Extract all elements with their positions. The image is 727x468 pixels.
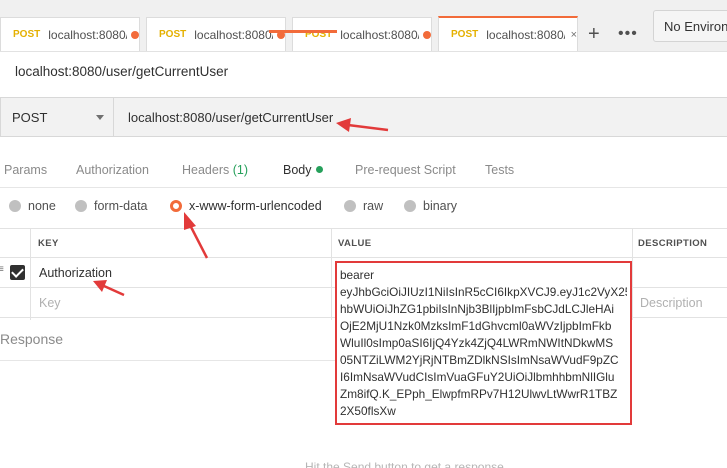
tab-more-options-icon[interactable]: ••• [618,24,638,44]
value-line: eyJhbGciOiJIUzI1NiIsInR5cCI6IkpXVCJ9.eyJ… [340,285,627,299]
column-header-description: DESCRIPTION [638,238,708,249]
subtabs-divider [0,187,727,188]
tab-body-label: Body [283,163,312,177]
value-line: hbWUiOiJhZG1pbiIsInNjb3BlIjpbImFsbCJdLCJ… [340,302,615,316]
response-section-title: Response [0,331,64,347]
radio-selected-icon [170,200,182,212]
tab-headers[interactable]: Headers (1) [182,163,248,177]
body-active-dot-icon [315,166,323,173]
http-method-value: POST [12,109,48,125]
request-tab-1[interactable]: POST localhost:8080/user/getCurrentUser [0,17,140,51]
response-empty-message: Hit the Send button to get a response. [305,460,508,468]
active-tab-indicator [269,30,337,33]
radio-none-label: none [28,199,56,213]
radio-urlencoded-label: x-www-form-urlencoded [189,199,322,213]
table-header-row: KEY VALUE DESCRIPTION [0,228,727,258]
unsaved-dot-icon [131,30,139,39]
value-line: Zm8ifQ.K_EPph_ElwpfmRPv7H12UlwvLtWwrR1TB… [340,387,618,401]
response-divider [0,360,335,361]
drag-handle-icon[interactable]: ≡ [0,265,5,275]
tab-url-label: localhost:8080/user/getCurrentUser [340,27,419,42]
value-line: 05NTZiLWM2YjRjNTBmZDlkNSIsImNsaWVudF9pZC [340,353,619,367]
value-line: OjE2MjU1Nzk0MzksImF1dGhvcml0aWVzIjpbImFk… [340,319,612,333]
radio-circle-icon [404,200,416,212]
http-method-select[interactable]: POST [0,97,113,137]
close-tab-icon[interactable]: × [571,29,577,41]
request-tab-bar: POST localhost:8080/user/getCurrentUser … [0,0,727,52]
value-line: 2X50flsXw [340,404,396,418]
tab-url-label: localhost:8080/user/getCurrentUser [486,27,564,42]
request-name-title: localhost:8080/user/getCurrentUser [15,64,229,79]
radio-circle-icon [75,200,87,212]
tab-prerequest-script[interactable]: Pre-request Script [355,163,456,177]
tab-headers-label: Headers [182,163,230,177]
request-url-input[interactable] [113,97,727,137]
request-tab-3[interactable]: POST localhost:8080/user/getCurrentUser [292,17,432,51]
tab-method-label: POST [13,29,41,40]
body-type-radio-group: none form-data x-www-form-urlencoded raw… [0,197,727,221]
value-line: WluIl0sImp0aSI6IjQ4Yzk4ZjQ4LWRmNWItNDkwM… [340,336,614,350]
param-value-field[interactable]: bearer eyJhbGciOiJIUzI1NiIsInR5cCI6IkpXV… [335,261,632,425]
tab-body[interactable]: Body [283,163,323,177]
value-line: bearer [340,268,375,282]
unsaved-dot-icon [423,30,431,39]
tab-tests[interactable]: Tests [485,163,514,177]
column-header-value: VALUE [338,238,372,249]
new-description-field[interactable]: Description [640,296,703,310]
radio-binary-label: binary [423,199,458,213]
headers-count-badge: (1) [232,163,249,177]
tab-url-label: localhost:8080/user/getCurrentUser [194,27,273,42]
radio-binary[interactable]: binary [404,199,457,213]
chevron-down-icon [96,115,104,120]
tab-url-label: localhost:8080/user/getCurrentUser [48,27,127,42]
tab-method-label: POST [451,29,479,40]
column-header-key: KEY [38,238,59,249]
tab-authorization[interactable]: Authorization [76,163,149,177]
radio-form-data-label: form-data [94,199,148,213]
radio-circle-icon [9,200,21,212]
environment-select[interactable]: No Environment [653,10,727,42]
tab-method-label: POST [159,29,187,40]
value-line: I6ImNsaWVudCIsImVuaGFuY2UiOiJlbmhhbmNlIG… [340,370,615,384]
new-key-field[interactable]: Key [39,296,61,310]
radio-raw-label: raw [363,199,384,213]
radio-raw[interactable]: raw [344,199,383,213]
radio-form-data[interactable]: form-data [75,199,148,213]
radio-none[interactable]: none [9,199,56,213]
request-tab-2[interactable]: POST localhost:8080/user/getCurrentUser [146,17,286,51]
radio-circle-icon [344,200,356,212]
tab-params[interactable]: Params [4,163,47,177]
row-enabled-checkbox[interactable] [10,265,25,280]
radio-x-www-form-urlencoded[interactable]: x-www-form-urlencoded [170,199,322,213]
new-tab-plus-icon[interactable]: + [588,24,600,44]
request-subtabs: Params Authorization Headers (1) Body Pr… [0,155,727,187]
param-key-field[interactable]: Authorization [39,266,112,280]
request-tab-4-active[interactable]: POST localhost:8080/user/getCurrentUser … [438,16,578,51]
